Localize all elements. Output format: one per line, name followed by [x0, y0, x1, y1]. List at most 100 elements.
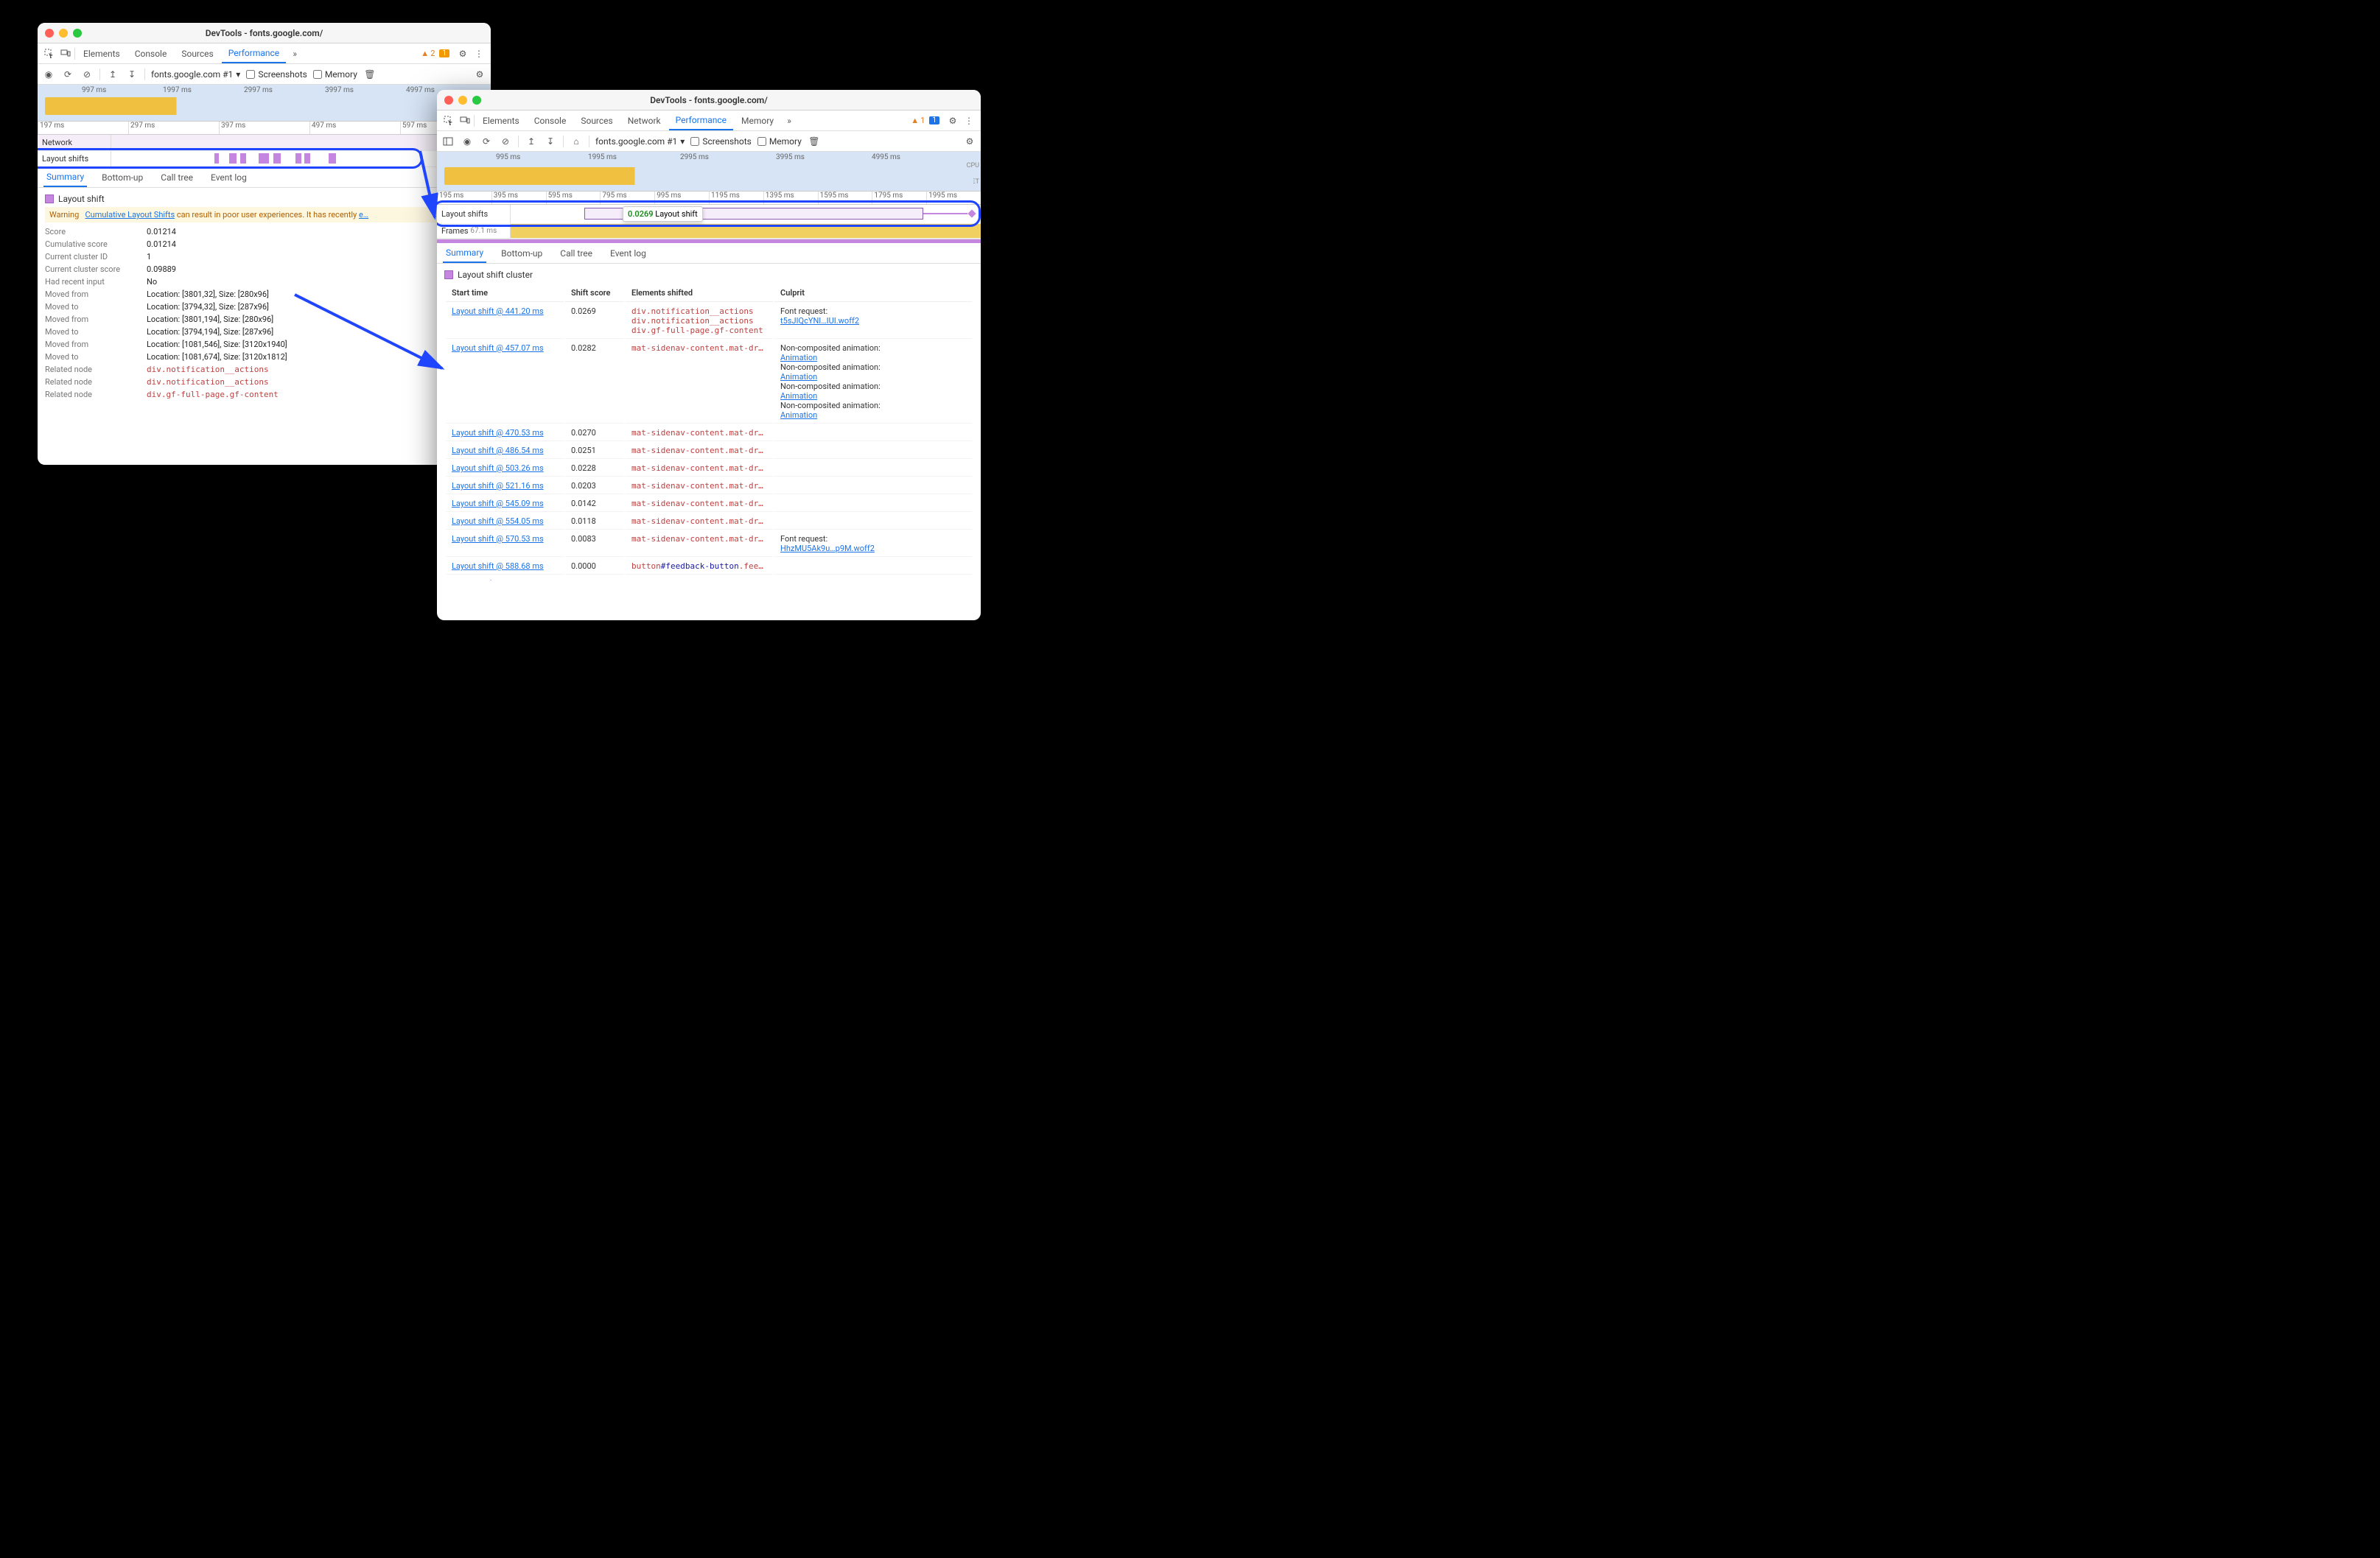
subtab-eventlog[interactable]: Event log	[607, 243, 649, 263]
layout-shift-link[interactable]: Layout shift @ 457.07 ms	[452, 343, 544, 353]
minimize-icon[interactable]	[458, 96, 467, 105]
shifted-element[interactable]: mat-sidenav-content.mat-dr…	[631, 579, 767, 580]
time-ruler[interactable]: 195 ms395 ms595 ms795 ms995 ms1195 ms139…	[437, 192, 981, 205]
screenshots-toggle[interactable]: Screenshots	[690, 136, 751, 147]
tab-elements[interactable]: Elements	[476, 110, 526, 130]
more-tabs-icon[interactable]: »	[782, 113, 797, 128]
culprit-link[interactable]: HhzMU5Ak9u…p9M.woff2	[780, 544, 875, 553]
record-icon[interactable]: ◉	[42, 68, 55, 81]
memory-toggle[interactable]: Memory	[313, 69, 357, 80]
subtab-eventlog[interactable]: Event log	[208, 167, 250, 187]
track-network[interactable]: Network	[38, 135, 491, 151]
culprit-link[interactable]: Animation	[780, 410, 817, 420]
menu-icon[interactable]: ⋮	[962, 113, 976, 128]
tab-sources[interactable]: Sources	[574, 110, 619, 130]
warnings-badge[interactable]: ▲ 1	[911, 116, 925, 125]
track-frames[interactable]: Frames 67.1 ms	[437, 224, 981, 239]
issues-badge[interactable]: 1	[439, 49, 449, 57]
gc-icon[interactable]: 🗑	[363, 68, 377, 81]
subtab-calltree[interactable]: Call tree	[557, 243, 595, 263]
related-node-row[interactable]: Related nodediv.gf-full-page.gf-content	[45, 388, 483, 401]
shifted-element[interactable]: mat-sidenav-content.mat-dr…	[631, 446, 767, 455]
track-layout-shifts[interactable]: Layout shifts	[38, 151, 491, 167]
shifted-element[interactable]: mat-sidenav-content.mat-dr…	[631, 463, 767, 473]
recording-select[interactable]: fonts.google.com #1 ▾	[595, 136, 685, 147]
capture-settings-icon[interactable]: ⚙	[963, 135, 976, 148]
layout-shift-link[interactable]: Layout shift @ 554.05 ms	[452, 516, 544, 526]
more-tabs-icon[interactable]: »	[287, 46, 302, 61]
minimize-icon[interactable]	[59, 29, 68, 38]
overview-timeline[interactable]: 997 ms 1997 ms 2997 ms 3997 ms 4997 ms	[38, 85, 491, 122]
culprit-link[interactable]: Animation	[780, 372, 817, 382]
layout-shift-link[interactable]: Layout shift @ 604.01 ms	[452, 579, 544, 580]
shifted-element[interactable]: div.notification__actions	[631, 306, 767, 316]
subtab-bottomup[interactable]: Bottom-up	[99, 167, 146, 187]
reload-icon[interactable]: ⟳	[61, 68, 74, 81]
zoom-icon[interactable]	[73, 29, 82, 38]
col-score[interactable]: Shift score	[565, 284, 624, 302]
shifted-element[interactable]: mat-sidenav-content.mat-dr…	[631, 343, 767, 353]
layout-shift-link[interactable]: Layout shift @ 545.09 ms	[452, 499, 544, 508]
tab-sources[interactable]: Sources	[175, 43, 220, 63]
layout-shift-link[interactable]: Layout shift @ 521.16 ms	[452, 481, 544, 491]
device-icon[interactable]	[58, 46, 73, 61]
clear-icon[interactable]: ⊘	[80, 68, 94, 81]
related-node-row[interactable]: Related nodediv.notification__actions	[45, 376, 483, 388]
info-badge[interactable]: 1	[929, 116, 939, 124]
titlebar[interactable]: DevTools - fonts.google.com/	[437, 90, 981, 110]
memory-toggle[interactable]: Memory	[757, 136, 802, 147]
layout-shift-link[interactable]: Layout shift @ 470.53 ms	[452, 428, 544, 438]
device-icon[interactable]	[458, 113, 472, 128]
col-culprit[interactable]: Culprit	[774, 284, 972, 302]
evolved-link[interactable]: e…	[359, 210, 368, 220]
upload-icon[interactable]: ↥	[525, 135, 538, 148]
home-icon[interactable]: ⌂	[570, 135, 583, 148]
download-icon[interactable]: ↧	[544, 135, 557, 148]
gc-icon[interactable]: 🗑	[808, 135, 821, 148]
culprit-link[interactable]: Animation	[780, 353, 817, 362]
col-start[interactable]: Start time	[446, 284, 564, 302]
capture-settings-icon[interactable]: ⚙	[473, 68, 486, 81]
shifted-element[interactable]: div.notification__actions	[631, 316, 767, 326]
subtab-calltree[interactable]: Call tree	[158, 167, 196, 187]
subtab-summary[interactable]: Summary	[443, 243, 486, 263]
cls-link[interactable]: Cumulative Layout Shifts	[85, 210, 175, 220]
layout-shift-link[interactable]: Layout shift @ 441.20 ms	[452, 306, 544, 316]
layout-shift-link[interactable]: Layout shift @ 570.53 ms	[452, 534, 544, 544]
inspect-icon[interactable]	[441, 113, 456, 128]
tab-console[interactable]: Console	[528, 110, 573, 130]
shifted-element[interactable]: div.gf-full-page.gf-content	[631, 326, 767, 335]
subtab-summary[interactable]: Summary	[43, 167, 87, 187]
menu-icon[interactable]: ⋮	[472, 46, 486, 61]
close-icon[interactable]	[45, 29, 54, 38]
clear-icon[interactable]: ⊘	[499, 135, 512, 148]
tab-memory[interactable]: Memory	[735, 110, 780, 130]
toggle-sidebar-icon[interactable]	[441, 135, 455, 148]
warnings-badge[interactable]: ▲ 2	[421, 49, 435, 58]
settings-icon[interactable]: ⚙	[945, 113, 960, 128]
shifted-element[interactable]: mat-sidenav-content.mat-dr…	[631, 481, 767, 491]
time-ruler[interactable]: 197 ms297 ms397 ms497 ms597 ms	[38, 122, 491, 135]
close-icon[interactable]	[444, 96, 453, 105]
screenshots-toggle[interactable]: Screenshots	[246, 69, 307, 80]
tab-network[interactable]: Network	[621, 110, 668, 130]
reload-icon[interactable]: ⟳	[480, 135, 493, 148]
layout-shift-link[interactable]: Layout shift @ 588.68 ms	[452, 561, 544, 571]
overview-timeline[interactable]: 995 ms 1995 ms 2995 ms 3995 ms 4995 ms C…	[437, 152, 981, 192]
record-icon[interactable]: ◉	[461, 135, 474, 148]
zoom-icon[interactable]	[472, 96, 481, 105]
culprit-link[interactable]: t5sJIQcYNI…IUI.woff2	[780, 316, 859, 326]
shifted-element[interactable]: mat-sidenav-content.mat-dr…	[631, 534, 767, 544]
related-node-row[interactable]: Related nodediv.notification__actions	[45, 363, 483, 376]
download-icon[interactable]: ↧	[125, 68, 139, 81]
col-elements[interactable]: Elements shifted	[626, 284, 773, 302]
tab-performance[interactable]: Performance	[669, 110, 733, 130]
track-layout-shifts[interactable]: Layout shifts 0.0269 Layout shift	[437, 205, 981, 224]
settings-icon[interactable]: ⚙	[455, 46, 470, 61]
shifted-element[interactable]: mat-sidenav-content.mat-dr…	[631, 428, 767, 438]
recording-select[interactable]: fonts.google.com #1 ▾	[151, 69, 240, 80]
upload-icon[interactable]: ↥	[106, 68, 119, 81]
tab-performance[interactable]: Performance	[222, 43, 286, 63]
titlebar[interactable]: DevTools - fonts.google.com/	[38, 23, 491, 43]
inspect-icon[interactable]	[42, 46, 57, 61]
